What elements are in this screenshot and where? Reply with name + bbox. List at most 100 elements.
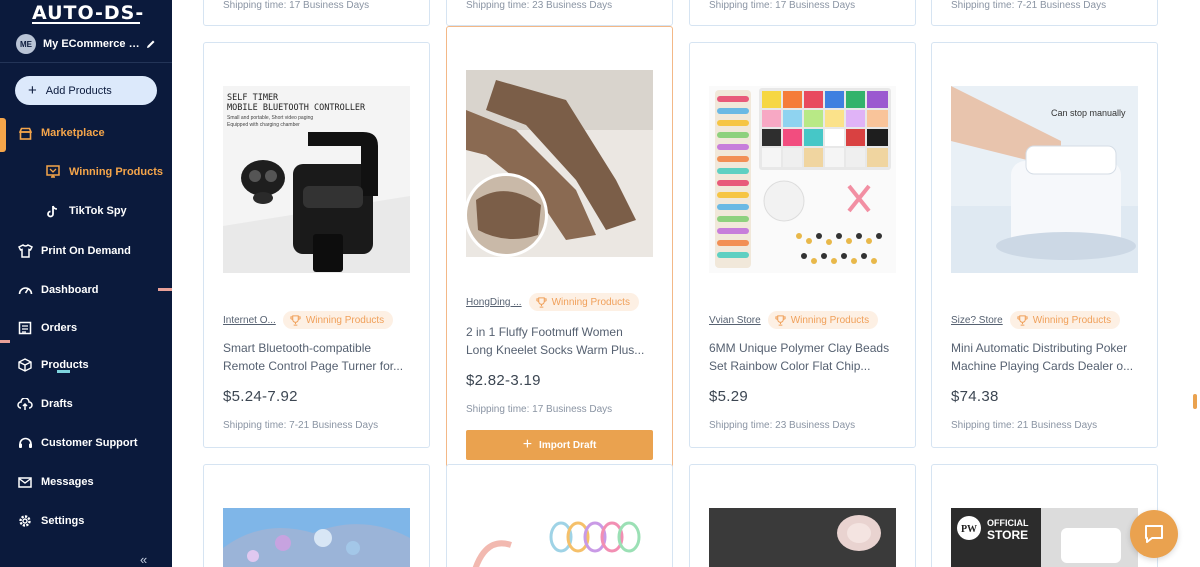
product-image[interactable]: PW OFFICIAL STORE <box>951 508 1138 567</box>
winning-badge: Winning Products <box>528 293 639 311</box>
sidebar-item-dashboard[interactable]: Dashboard <box>0 275 172 305</box>
sidebar-item-tiktok-spy[interactable]: TikTok Spy <box>0 196 172 226</box>
sidebar-item-label: Messages <box>41 476 94 488</box>
product-card[interactable]: Can stop manually Size? Store Winning Pr… <box>931 42 1158 448</box>
trophy-icon <box>1017 314 1028 326</box>
title-line: Smart Bluetooth-compatible <box>223 341 372 355</box>
product-card[interactable]: Vvian Store Winning Products 6MM Unique … <box>689 42 916 448</box>
title-line: Machine Playing Cards Dealer o... <box>951 359 1134 373</box>
store-link[interactable]: HongDing ... <box>466 297 522 308</box>
product-title[interactable]: Mini Automatic Distributing Poker Machin… <box>951 339 1141 375</box>
product-grid: Shipping time: 17 Business Days Shipping… <box>172 0 1200 567</box>
store-link[interactable]: Vvian Store <box>709 315 761 326</box>
product-image[interactable] <box>709 86 896 273</box>
product-card[interactable]: Shipping time: 7-21 Business Days <box>931 0 1158 26</box>
avatar: ME <box>16 34 36 54</box>
product-price: $5.29 <box>709 388 749 405</box>
shipping-time: Shipping time: 7-21 Business Days <box>951 0 1107 11</box>
trophy-icon <box>45 164 61 180</box>
badge-label: Winning Products <box>305 314 385 326</box>
sidebar-item-label: TikTok Spy <box>69 205 127 217</box>
pencil-icon[interactable] <box>146 39 156 49</box>
product-card[interactable]: HongDing ... Winning Products 2 in 1 Flu… <box>446 26 673 478</box>
product-image[interactable] <box>466 515 653 567</box>
gauge-icon <box>17 282 33 298</box>
product-card[interactable]: Shipping time: 17 Business Days <box>203 0 430 26</box>
product-price: $2.82-3.19 <box>466 372 541 389</box>
image-caption: MOBILE BLUETOOTH CONTROLLER <box>227 103 366 113</box>
sidebar-item-messages[interactable]: Messages <box>0 467 172 497</box>
product-image[interactable]: Can stop manually <box>951 86 1138 273</box>
orders-icon <box>17 320 33 336</box>
shipping-time: Shipping time: 7-21 Business Days <box>223 420 379 431</box>
product-card[interactable]: SELF TIMER MOBILE BLUETOOTH CONTROLLER S… <box>203 42 430 448</box>
sidebar-item-label: Winning Products <box>69 166 164 178</box>
sidebar-item-settings[interactable]: Settings <box>0 506 172 536</box>
sidebar-item-winning-products[interactable]: Winning Products <box>0 157 172 187</box>
shipping-time: Shipping time: 17 Business Days <box>223 0 370 11</box>
shipping-time: Shipping time: 21 Business Days <box>951 420 1098 431</box>
product-card[interactable] <box>446 464 673 567</box>
shipping-time: Shipping time: 17 Business Days <box>709 0 856 11</box>
product-title[interactable]: Smart Bluetooth-compatible Remote Contro… <box>223 339 413 375</box>
sidebar-item-label: Print On Demand <box>41 245 131 257</box>
sidebar-item-marketplace[interactable]: Marketplace <box>0 118 172 148</box>
sidebar-item-products[interactable]: Products <box>0 350 172 380</box>
plus-icon: + <box>28 82 37 99</box>
app-logo[interactable]: AUTO-DS- <box>32 2 144 24</box>
winning-badge: Winning Products <box>282 311 394 329</box>
sidebar-item-label: Dashboard <box>41 284 99 296</box>
badge-label: Winning Products <box>790 314 870 326</box>
winning-badge: Winning Products <box>1009 311 1121 329</box>
product-image[interactable] <box>709 508 896 567</box>
image-caption: PW <box>961 524 977 535</box>
product-image[interactable] <box>466 70 653 257</box>
sidebar-item-label: Marketplace <box>41 127 105 139</box>
logo-underline <box>32 22 140 24</box>
scroll-marker <box>0 340 10 343</box>
sidebar-item-drafts[interactable]: Drafts <box>0 389 172 419</box>
image-caption: Can stop manually <box>1051 108 1126 118</box>
headset-icon <box>17 435 33 451</box>
shirt-icon <box>17 243 33 259</box>
store-name: My ECommerce St... <box>43 38 143 50</box>
sidebar: AUTO-DS- ME My ECommerce St... + Add Pro… <box>0 0 172 567</box>
scrollbar-thumb[interactable] <box>1193 394 1197 409</box>
trophy-icon <box>290 314 301 326</box>
product-title[interactable]: 2 in 1 Fluffy Footmuff Women Long Kneele… <box>466 323 656 359</box>
product-card[interactable] <box>689 464 916 567</box>
import-draft-button[interactable]: + Import Draft <box>466 430 653 460</box>
store-selector[interactable]: ME My ECommerce St... <box>16 34 166 54</box>
product-meta: Internet O... Winning Products <box>223 311 394 329</box>
trophy-icon <box>775 314 786 326</box>
title-line: Remote Control Page Turner for... <box>223 359 404 373</box>
product-meta: HongDing ... Winning Products <box>466 293 639 311</box>
image-caption: Small and portable, Short video paging <box>227 115 313 121</box>
sidebar-item-customer-support[interactable]: Customer Support <box>0 428 172 458</box>
product-image[interactable]: SELF TIMER MOBILE BLUETOOTH CONTROLLER S… <box>223 86 410 273</box>
chat-icon <box>1145 525 1163 543</box>
collapse-sidebar-icon[interactable]: « <box>140 552 147 567</box>
gear-icon <box>17 513 33 529</box>
product-title[interactable]: 6MM Unique Polymer Clay Beads Set Rainbo… <box>709 339 899 375</box>
sidebar-item-orders[interactable]: Orders <box>0 313 172 343</box>
sidebar-item-label: Orders <box>41 322 78 334</box>
sidebar-item-label: Customer Support <box>41 437 138 449</box>
title-line: 6MM Unique Polymer Clay Beads <box>709 341 890 355</box>
add-products-button[interactable]: + Add Products <box>15 76 157 105</box>
product-card[interactable]: Shipping time: 17 Business Days <box>689 0 916 26</box>
title-line: 2 in 1 Fluffy Footmuff Women <box>466 325 623 339</box>
product-card[interactable] <box>203 464 430 567</box>
title-line: Set Rainbow Color Flat Chip... <box>709 359 871 373</box>
product-card[interactable]: PW OFFICIAL STORE <box>931 464 1158 567</box>
sidebar-item-print-on-demand[interactable]: Print On Demand <box>0 236 172 266</box>
store-link[interactable]: Internet O... <box>223 315 276 326</box>
product-card[interactable]: Shipping time: 23 Business Days <box>446 0 673 26</box>
store-link[interactable]: Size? Store <box>951 315 1003 326</box>
chat-button[interactable] <box>1130 510 1178 558</box>
trophy-icon <box>536 296 547 308</box>
sidebar-item-label: Drafts <box>41 398 73 410</box>
winning-badge: Winning Products <box>767 311 879 329</box>
image-caption: OFFICIAL <box>987 518 1029 528</box>
product-image[interactable] <box>223 508 410 567</box>
